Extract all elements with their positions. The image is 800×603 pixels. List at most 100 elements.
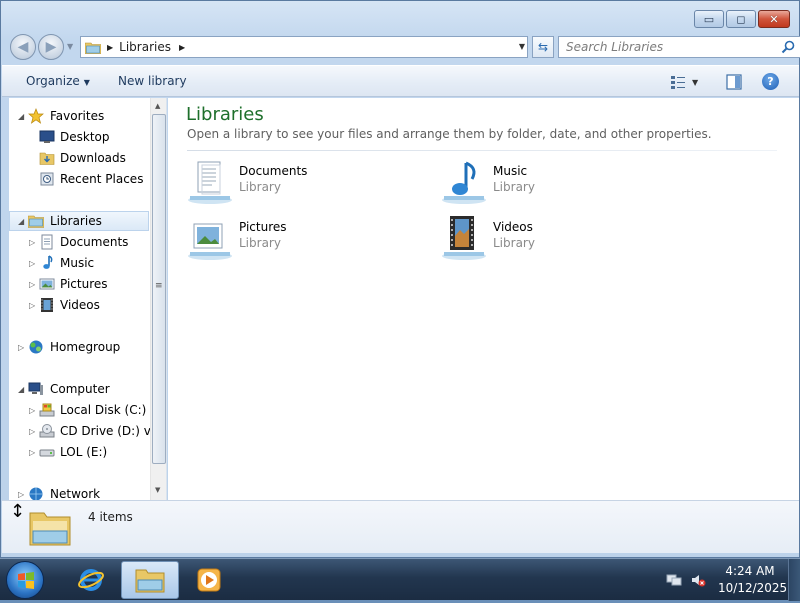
windows-logo-icon	[18, 572, 34, 589]
collapsed-arrow-icon[interactable]: ▷	[18, 343, 24, 352]
forward-button[interactable]: ▶	[38, 34, 64, 60]
new-library-button[interactable]: New library	[118, 74, 187, 88]
collapsed-arrow-icon[interactable]: ▷	[29, 406, 35, 415]
help-button[interactable]: ?	[762, 73, 779, 90]
nav-item-lol-drive[interactable]: ▷ LOL (E:)	[9, 442, 149, 462]
chevron-down-icon: ▼	[692, 77, 699, 87]
library-name-documents: Documents	[239, 164, 308, 178]
scroll-down-arrow-icon[interactable]: ▼	[155, 486, 160, 494]
expanded-arrow-icon[interactable]: ◢	[18, 385, 24, 394]
collapsed-arrow-icon[interactable]: ▷	[29, 259, 35, 268]
nav-item-local-disk[interactable]: ▷ Local Disk (C:)	[9, 400, 149, 420]
close-button[interactable]: ✕	[758, 10, 790, 28]
details-pane: ↕ 4 items	[2, 500, 799, 553]
maximize-button[interactable]: ◻	[726, 10, 756, 28]
nav-item-downloads[interactable]: Downloads	[9, 148, 149, 168]
search-icon[interactable]	[780, 39, 796, 55]
taskbar-windows-explorer[interactable]	[121, 561, 179, 599]
breadcrumb-separator-icon[interactable]: ▶	[107, 43, 113, 52]
collapsed-arrow-icon[interactable]: ▷	[29, 448, 35, 457]
clock-date[interactable]: 10/12/2025	[718, 581, 787, 595]
navigation-scrollbar[interactable]: ▲ ≡ ▼	[150, 98, 166, 500]
refresh-button[interactable]: ⇆	[532, 36, 554, 58]
computer-icon	[28, 382, 43, 395]
change-view-button[interactable]: ▼	[670, 73, 710, 91]
nav-item-libraries[interactable]: ◢ Libraries	[9, 211, 149, 231]
network-tray-icon[interactable]	[666, 572, 682, 588]
library-item-music[interactable]: Music Library	[440, 160, 650, 208]
nav-label-desktop: Desktop	[60, 130, 110, 144]
nav-item-pictures[interactable]: ▷ Pictures	[9, 274, 149, 294]
nav-item-desktop[interactable]: Desktop	[9, 127, 149, 147]
collapsed-arrow-icon[interactable]: ▷	[29, 427, 35, 436]
nav-item-videos[interactable]: ▷ Videos	[9, 295, 149, 315]
nav-item-homegroup[interactable]: ▷ Homegroup	[9, 337, 149, 357]
nav-item-network[interactable]: ▷ Network	[9, 484, 149, 500]
documents-icon	[41, 234, 53, 250]
library-type-videos: Library	[493, 236, 535, 250]
nav-item-music[interactable]: ▷ Music	[9, 253, 149, 273]
nav-label-libraries: Libraries	[50, 214, 102, 228]
library-item-documents[interactable]: Documents Library	[186, 160, 396, 208]
breadcrumb-chevron-icon[interactable]: ▶	[179, 43, 185, 52]
nav-label-videos: Videos	[60, 298, 100, 312]
search-input[interactable]	[566, 40, 780, 54]
address-history-dropdown-icon[interactable]: ▼	[519, 42, 525, 51]
nav-label-network: Network	[50, 487, 101, 500]
back-arrow-icon: ◀	[17, 39, 29, 55]
collapsed-arrow-icon[interactable]: ▷	[29, 280, 35, 289]
page-title: Libraries	[186, 104, 264, 125]
nav-item-cd-drive[interactable]: ▷ CD Drive (D:) virt	[9, 421, 164, 441]
view-list-icon	[671, 76, 685, 89]
breadcrumb-libraries[interactable]: Libraries	[119, 40, 171, 54]
nav-item-documents[interactable]: ▷ Documents	[9, 232, 149, 252]
recent-pages-dropdown-icon[interactable]: ▼	[67, 42, 73, 51]
notification-area: 4:24 AM 10/12/2025	[660, 559, 800, 601]
homegroup-icon	[29, 340, 43, 354]
network-icon	[29, 487, 43, 500]
forward-arrow-icon: ▶	[45, 39, 57, 55]
new-library-label: New library	[118, 74, 187, 88]
nav-item-recent-places[interactable]: Recent Places	[9, 169, 149, 189]
item-count: 4 items	[88, 510, 133, 524]
windows-media-player-icon	[197, 568, 221, 592]
library-name-pictures: Pictures	[239, 220, 287, 234]
resize-cursor-icon: ↕	[10, 501, 26, 522]
start-button[interactable]	[6, 561, 44, 599]
scroll-up-arrow-icon[interactable]: ▲	[155, 102, 160, 110]
volume-muted-icon[interactable]	[690, 572, 706, 588]
preview-pane-icon[interactable]	[726, 74, 742, 90]
nav-label-cd-drive: CD Drive (D:) virt	[60, 424, 164, 438]
minimize-button[interactable]: ▭	[694, 10, 724, 28]
library-item-videos[interactable]: Videos Library	[440, 216, 650, 264]
divider	[187, 150, 777, 151]
taskbar: 4:24 AM 10/12/2025	[0, 558, 800, 601]
nav-label-local-disk: Local Disk (C:)	[60, 403, 147, 417]
taskbar-internet-explorer[interactable]	[62, 561, 120, 599]
nav-label-homegroup: Homegroup	[50, 340, 121, 354]
taskbar-windows-media-player[interactable]	[180, 561, 238, 599]
show-desktop-button[interactable]	[788, 559, 800, 601]
back-button[interactable]: ◀	[10, 34, 36, 60]
search-box[interactable]	[558, 36, 800, 58]
page-subtitle: Open a library to see your files and arr…	[187, 127, 712, 141]
nav-item-computer[interactable]: ◢ Computer	[9, 379, 149, 399]
collapsed-arrow-icon[interactable]: ▷	[29, 301, 35, 310]
nav-item-favorites[interactable]: ◢ Favorites	[9, 106, 149, 126]
clock-time[interactable]: 4:24 AM	[718, 564, 782, 578]
music-library-icon	[442, 161, 486, 204]
libraries-large-icon	[29, 512, 71, 546]
library-item-pictures[interactable]: Pictures Library	[186, 216, 396, 264]
close-icon: ✕	[769, 12, 779, 26]
recent-places-icon	[40, 172, 54, 186]
address-bar[interactable]: ▶ Libraries ▶ ▼	[80, 36, 528, 58]
minimize-icon: ▭	[703, 12, 715, 26]
videos-library-icon	[442, 216, 486, 260]
removable-drive-icon	[39, 449, 55, 457]
organize-button[interactable]: Organize ▼	[26, 74, 90, 88]
expanded-arrow-icon[interactable]: ◢	[18, 217, 24, 226]
collapsed-arrow-icon[interactable]: ▷	[18, 490, 24, 499]
collapsed-arrow-icon[interactable]: ▷	[29, 238, 35, 247]
expanded-arrow-icon[interactable]: ◢	[18, 112, 24, 121]
command-bar: Organize ▼ New library ▼ ?	[2, 65, 799, 97]
